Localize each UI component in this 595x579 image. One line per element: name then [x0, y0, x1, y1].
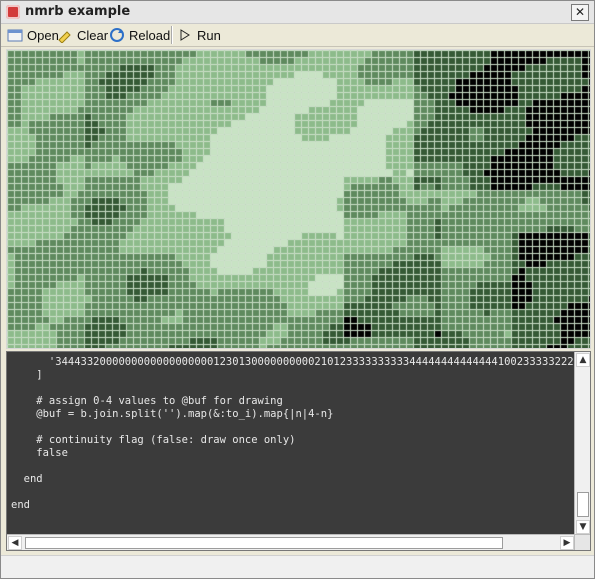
code-line: false — [11, 447, 68, 459]
code-line: end — [11, 499, 30, 511]
run-button[interactable]: Run — [177, 26, 221, 44]
horizontal-scroll-thumb[interactable] — [25, 537, 503, 549]
scroll-left-icon[interactable]: ◀ — [8, 536, 22, 550]
code-line: end — [11, 473, 43, 485]
pixel-canvas — [7, 50, 590, 348]
code-editor[interactable]: '344433200000000000000000012301300000000… — [6, 351, 591, 551]
code-line: ] — [11, 369, 43, 381]
vertical-scrollbar[interactable]: ▲ ▼ — [574, 352, 590, 535]
run-button-label: Run — [197, 27, 221, 43]
code-line: '344433200000000000000000012301300000000… — [11, 356, 575, 368]
code-line: @buf = b.join.split('').map(&:to_i).map{… — [11, 408, 334, 420]
clear-button[interactable]: Clear — [57, 26, 108, 44]
reload-icon — [109, 27, 125, 43]
code-line: # assign 0-4 values to @buf for drawing — [11, 395, 283, 407]
scroll-right-icon[interactable]: ▶ — [560, 536, 574, 550]
horizontal-scrollbar[interactable]: ◀ ▶ — [7, 534, 575, 550]
vertical-scroll-thumb[interactable] — [577, 492, 589, 517]
scroll-up-icon[interactable]: ▲ — [576, 353, 590, 367]
reload-button-label: Reload — [129, 27, 171, 43]
pixel-canvas-area — [6, 49, 591, 349]
run-triangle-icon — [177, 27, 193, 43]
code-line: # continuity flag (false: draw once only… — [11, 434, 296, 446]
open-button-label: Open — [27, 27, 59, 43]
toolbar-separator — [171, 26, 172, 44]
window-title: nmrb example — [25, 4, 131, 19]
open-button[interactable]: Open — [7, 26, 59, 44]
code-text-area[interactable]: '344433200000000000000000012301300000000… — [7, 352, 575, 535]
open-file-icon — [7, 27, 23, 43]
app-window: nmrb example ✕ Open Clear Reload Run '34… — [0, 0, 595, 579]
status-bar — [1, 555, 594, 578]
toolbar: Open Clear Reload Run — [1, 24, 594, 47]
scroll-down-icon[interactable]: ▼ — [576, 520, 590, 534]
clear-icon — [57, 27, 73, 44]
reload-button[interactable]: Reload — [109, 26, 170, 44]
close-button[interactable]: ✕ — [571, 4, 589, 21]
scroll-corner — [574, 534, 590, 550]
ruby-gem-icon — [6, 5, 20, 19]
clear-button-label: Clear — [77, 27, 109, 43]
title-bar: nmrb example ✕ — [1, 1, 594, 24]
